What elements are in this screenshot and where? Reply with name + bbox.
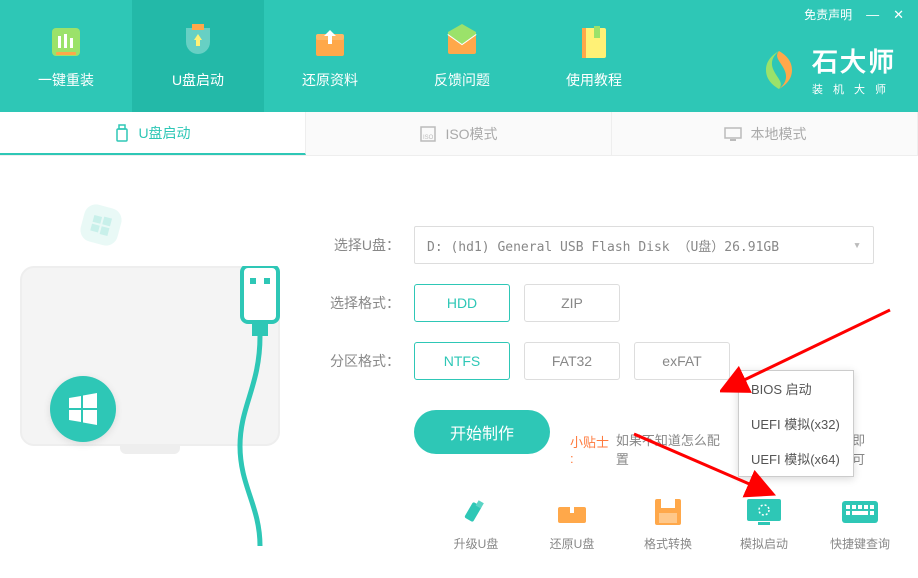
tab-label: U盘启动 bbox=[138, 123, 190, 143]
nav-reinstall[interactable]: 一键重装 bbox=[0, 0, 132, 112]
close-button[interactable]: ✕ bbox=[893, 7, 904, 23]
mode-tabs: U盘启动 ISO ISO模式 本地模式 bbox=[0, 112, 918, 156]
tool-label: 格式转换 bbox=[644, 535, 692, 552]
brand: 石大师 装机大师 bbox=[756, 42, 896, 97]
keyboard-icon bbox=[840, 495, 880, 529]
nav-usb-boot[interactable]: U盘启动 bbox=[132, 0, 264, 112]
tool-label: 快捷键查询 bbox=[830, 535, 890, 552]
window-controls: 免责声明 — ✕ bbox=[804, 6, 904, 23]
header-nav: 一键重装 U盘启动 还原资料 反馈问题 使用教程 免责声明 — ✕ 石大师 装机 bbox=[0, 0, 918, 112]
partition-option-exfat[interactable]: exFAT bbox=[634, 342, 730, 380]
usb-upgrade-icon bbox=[456, 495, 496, 529]
monitor-sim-icon bbox=[744, 495, 784, 529]
upload-box-icon bbox=[310, 22, 350, 62]
svg-text:ISO: ISO bbox=[423, 135, 434, 141]
popup-item-uefi32[interactable]: UEFI 模拟(x32) bbox=[739, 406, 853, 441]
bg-windows-icon bbox=[78, 202, 125, 249]
tool-restore-usb[interactable]: 还原U盘 bbox=[536, 495, 608, 552]
tool-label: 还原U盘 bbox=[550, 535, 595, 552]
tab-usb-boot[interactable]: U盘启动 bbox=[0, 112, 306, 155]
brand-logo-icon bbox=[756, 47, 802, 93]
bars-icon bbox=[46, 22, 86, 62]
usb-cable-icon bbox=[230, 266, 290, 546]
tab-label: 本地模式 bbox=[751, 124, 807, 144]
select-format-label: 选择格式： bbox=[320, 293, 400, 313]
disclaimer-link[interactable]: 免责声明 bbox=[804, 6, 852, 23]
start-button[interactable]: 开始制作 bbox=[414, 410, 550, 454]
iso-icon: ISO bbox=[419, 125, 437, 143]
book-icon bbox=[574, 22, 614, 62]
nav-label: 使用教程 bbox=[566, 70, 622, 90]
nav-label: 一键重装 bbox=[38, 70, 94, 90]
tool-format-convert[interactable]: 格式转换 bbox=[632, 495, 704, 552]
tab-local-mode[interactable]: 本地模式 bbox=[612, 112, 918, 155]
tips-text: 如果不知道怎么配置 bbox=[616, 430, 732, 468]
partition-option-fat32[interactable]: FAT32 bbox=[524, 342, 620, 380]
shield-usb-icon bbox=[178, 22, 218, 62]
nav-restore[interactable]: 还原资料 bbox=[264, 0, 396, 112]
disk-select-value: D: (hd1) General USB Flash Disk （U盘）26.9… bbox=[427, 236, 779, 255]
minimize-button[interactable]: — bbox=[866, 7, 879, 22]
chevron-down-icon: ▾ bbox=[853, 238, 861, 253]
select-disk-label: 选择U盘： bbox=[320, 235, 400, 255]
nav-label: 反馈问题 bbox=[434, 70, 490, 90]
monitor-icon bbox=[723, 126, 743, 142]
brand-title: 石大师 bbox=[812, 42, 896, 79]
tool-label: 模拟启动 bbox=[740, 535, 788, 552]
popup-item-uefi64[interactable]: UEFI 模拟(x64) bbox=[739, 441, 853, 476]
partition-label: 分区格式： bbox=[320, 351, 400, 371]
simulate-boot-popup: BIOS 启动 UEFI 模拟(x32) UEFI 模拟(x64) bbox=[738, 370, 854, 477]
illustration bbox=[0, 186, 300, 578]
tool-simulate-boot[interactable]: 模拟启动 bbox=[728, 495, 800, 552]
tool-label: 升级U盘 bbox=[454, 535, 499, 552]
partition-option-ntfs[interactable]: NTFS bbox=[414, 342, 510, 380]
tab-label: ISO模式 bbox=[445, 124, 497, 144]
format-option-hdd[interactable]: HDD bbox=[414, 284, 510, 322]
bottom-tools: 升级U盘 还原U盘 格式转换 模拟启动 快捷键查询 bbox=[440, 495, 896, 552]
content-area: 选择U盘： D: (hd1) General USB Flash Disk （U… bbox=[0, 156, 918, 578]
tips-suffix: 即可 bbox=[852, 430, 878, 468]
popup-item-bios[interactable]: BIOS 启动 bbox=[739, 371, 853, 406]
restore-box-icon bbox=[552, 495, 592, 529]
tips-label: 小贴士 : bbox=[570, 432, 616, 466]
usb-small-icon bbox=[114, 123, 130, 143]
nav-label: U盘启动 bbox=[172, 70, 224, 90]
format-option-zip[interactable]: ZIP bbox=[524, 284, 620, 322]
tab-iso-mode[interactable]: ISO ISO模式 bbox=[306, 112, 612, 155]
envelope-icon bbox=[442, 22, 482, 62]
nav-feedback[interactable]: 反馈问题 bbox=[396, 0, 528, 112]
tool-upgrade-usb[interactable]: 升级U盘 bbox=[440, 495, 512, 552]
disk-select[interactable]: D: (hd1) General USB Flash Disk （U盘）26.9… bbox=[414, 226, 874, 264]
brand-subtitle: 装机大师 bbox=[812, 81, 896, 97]
windows-badge-icon bbox=[50, 376, 116, 442]
nav-label: 还原资料 bbox=[302, 70, 358, 90]
nav-tutorial[interactable]: 使用教程 bbox=[528, 0, 660, 112]
tool-hotkey-query[interactable]: 快捷键查询 bbox=[824, 495, 896, 552]
floppy-icon bbox=[648, 495, 688, 529]
